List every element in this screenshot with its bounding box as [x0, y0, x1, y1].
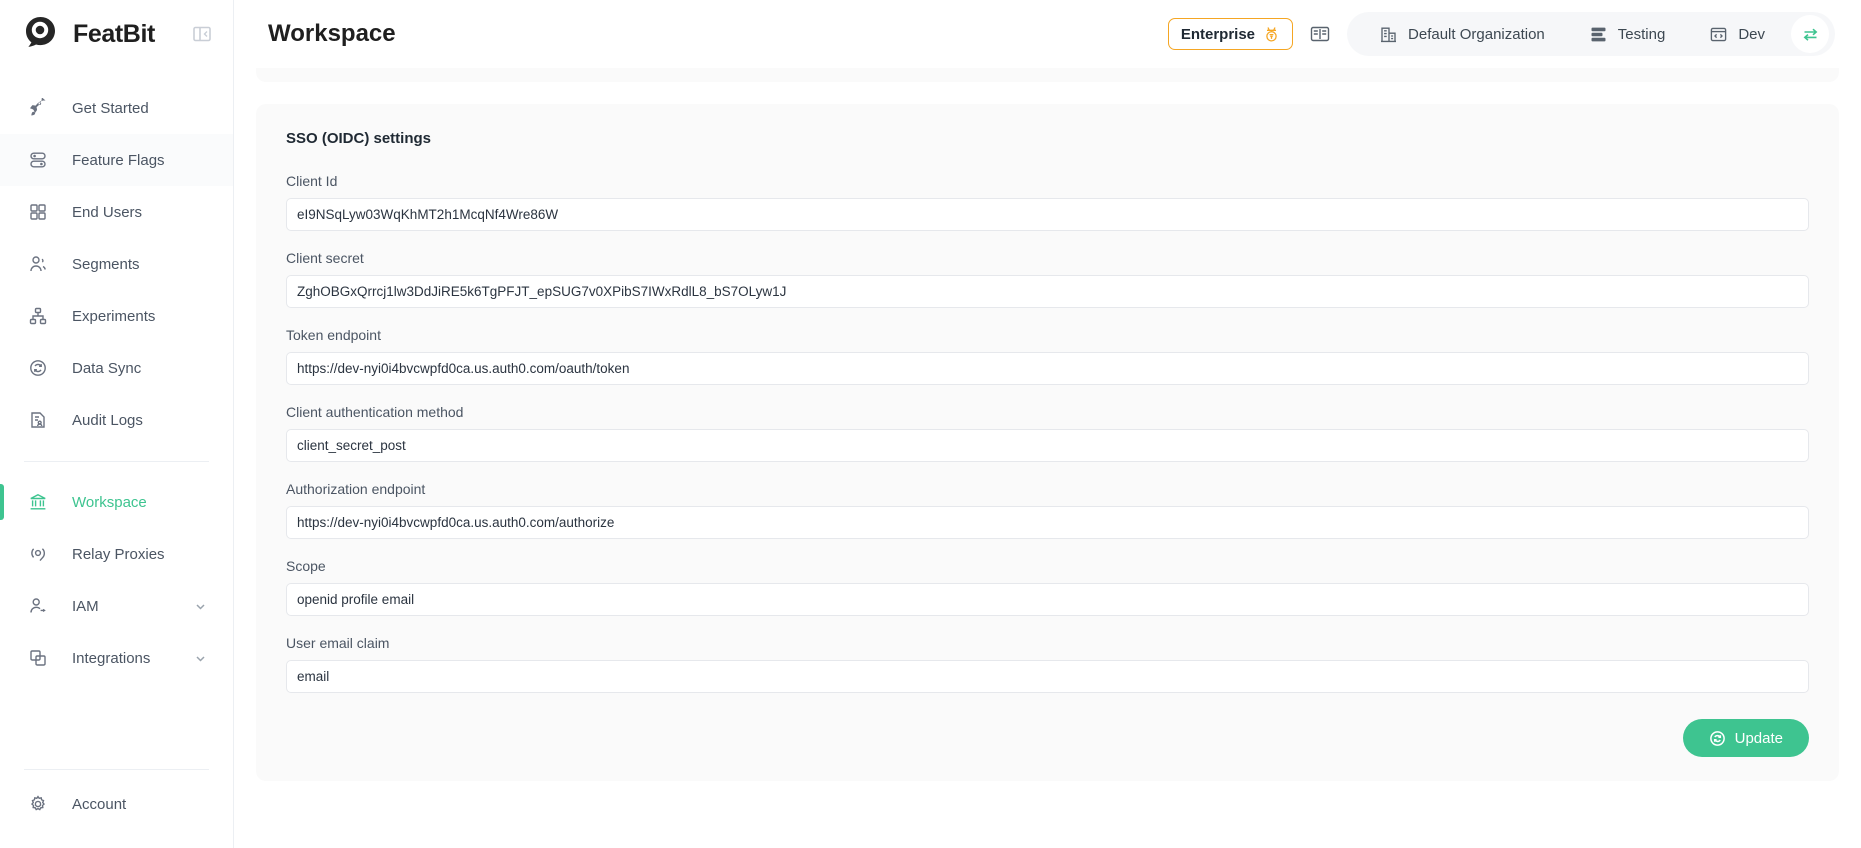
sidebar-item-label: Audit Logs	[72, 412, 143, 429]
sidebar-item-integrations[interactable]: Integrations	[0, 632, 233, 684]
person-key-icon	[28, 596, 48, 616]
project-switcher[interactable]: Testing	[1567, 12, 1688, 56]
brand-header: FeatBit	[0, 0, 233, 68]
client-secret-input[interactable]	[286, 275, 1809, 308]
swap-arrows-icon[interactable]	[1791, 15, 1829, 53]
sidebar-item-label: Workspace	[72, 494, 147, 511]
field-label: Authorization endpoint	[286, 481, 1809, 497]
update-button-label: Update	[1735, 730, 1783, 747]
medal-icon	[1263, 26, 1280, 43]
sidebar-item-label: IAM	[72, 598, 99, 615]
field-label: Client Id	[286, 173, 1809, 189]
building-icon	[1379, 25, 1398, 44]
refresh-circle-icon	[1709, 730, 1726, 747]
chevron-down-icon[interactable]	[194, 600, 207, 613]
code-window-icon	[1709, 25, 1728, 44]
sidebar-item-label: Integrations	[72, 650, 150, 667]
user-email-claim-input[interactable]	[286, 660, 1809, 693]
main-area: Workspace Enterprise	[234, 0, 1861, 848]
sidebar-item-label: Data Sync	[72, 360, 141, 377]
environment-label: Dev	[1738, 26, 1765, 43]
field-client-secret: Client secret	[286, 250, 1809, 308]
sidebar-item-iam[interactable]: IAM	[0, 580, 233, 632]
sidebar-item-relay-proxies[interactable]: Relay Proxies	[0, 528, 233, 580]
organization-label: Default Organization	[1408, 26, 1545, 43]
document-user-icon	[28, 410, 48, 430]
sidebar-item-label: Feature Flags	[72, 152, 165, 169]
sidebar-item-account[interactable]: Account	[0, 778, 233, 830]
relay-node-icon	[28, 544, 48, 564]
previous-card-stub	[256, 68, 1839, 82]
sidebar-item-experiments[interactable]: Experiments	[0, 290, 233, 342]
sidebar: FeatBit Get Started	[0, 0, 234, 848]
field-user-email-claim: User email claim	[286, 635, 1809, 693]
user-group-icon	[28, 254, 48, 274]
card-title: SSO (OIDC) settings	[286, 130, 1809, 147]
field-label: Client secret	[286, 250, 1809, 266]
sidebar-item-label: Get Started	[72, 100, 149, 117]
client-authentication-method-input[interactable]	[286, 429, 1809, 462]
featbit-logo-icon	[20, 13, 62, 55]
field-client-id: Client Id	[286, 173, 1809, 231]
sidebar-item-get-started[interactable]: Get Started	[0, 82, 233, 134]
docs-button[interactable]	[1293, 14, 1347, 54]
environment-switcher[interactable]: Dev	[1687, 12, 1787, 56]
authorization-endpoint-input[interactable]	[286, 506, 1809, 539]
card-actions: Update	[286, 719, 1809, 757]
update-button[interactable]: Update	[1683, 719, 1809, 757]
project-label: Testing	[1618, 26, 1666, 43]
field-label: Client authentication method	[286, 404, 1809, 420]
sidebar-nav: Get Started Feature Flags	[0, 82, 233, 684]
app-root: FeatBit Get Started	[0, 0, 1861, 848]
context-switcher: Default Organization Testing	[1347, 12, 1835, 56]
sidebar-item-data-sync[interactable]: Data Sync	[0, 342, 233, 394]
sidebar-footer-divider	[24, 769, 209, 770]
grid-squares-icon	[28, 202, 48, 222]
field-label: User email claim	[286, 635, 1809, 651]
sso-settings-card: SSO (OIDC) settings Client Id Client sec…	[256, 104, 1839, 781]
field-token-endpoint: Token endpoint	[286, 327, 1809, 385]
page-title: Workspace	[234, 20, 396, 48]
plan-badge[interactable]: Enterprise	[1168, 18, 1293, 50]
plan-badge-label: Enterprise	[1181, 26, 1255, 43]
sidebar-item-workspace[interactable]: Workspace	[0, 476, 233, 528]
sidebar-item-audit-logs[interactable]: Audit Logs	[0, 394, 233, 446]
rocket-icon	[28, 98, 48, 118]
toggle-list-icon	[28, 150, 48, 170]
top-bar-right: Enterprise	[1168, 12, 1835, 56]
sidebar-item-label: Experiments	[72, 308, 155, 325]
field-label: Scope	[286, 558, 1809, 574]
gear-icon	[28, 794, 48, 814]
field-authorization-endpoint: Authorization endpoint	[286, 481, 1809, 539]
brand-name: FeatBit	[73, 20, 155, 49]
copy-squares-icon	[28, 648, 48, 668]
field-scope: Scope	[286, 558, 1809, 616]
sidebar-footer: Account	[0, 754, 233, 848]
sidebar-divider	[24, 461, 209, 462]
hierarchy-icon	[28, 306, 48, 326]
content-area: SSO (OIDC) settings Client Id Client sec…	[234, 68, 1861, 848]
collapse-sidebar-icon[interactable]	[189, 21, 215, 47]
sidebar-item-end-users[interactable]: End Users	[0, 186, 233, 238]
book-open-icon	[1309, 23, 1331, 45]
top-bar: Workspace Enterprise	[234, 0, 1861, 68]
sidebar-item-segments[interactable]: Segments	[0, 238, 233, 290]
scope-input[interactable]	[286, 583, 1809, 616]
chevron-down-icon[interactable]	[194, 652, 207, 665]
field-label: Token endpoint	[286, 327, 1809, 343]
sync-circle-icon	[28, 358, 48, 378]
sidebar-item-label: End Users	[72, 204, 142, 221]
token-endpoint-input[interactable]	[286, 352, 1809, 385]
sidebar-item-feature-flags[interactable]: Feature Flags	[0, 134, 233, 186]
bank-icon	[28, 492, 48, 512]
server-stack-icon	[1589, 25, 1608, 44]
sidebar-item-label: Relay Proxies	[72, 546, 165, 563]
field-client-authentication-method: Client authentication method	[286, 404, 1809, 462]
organization-switcher[interactable]: Default Organization	[1357, 12, 1567, 56]
sidebar-item-label: Account	[72, 796, 126, 813]
client-id-input[interactable]	[286, 198, 1809, 231]
sidebar-item-label: Segments	[72, 256, 140, 273]
